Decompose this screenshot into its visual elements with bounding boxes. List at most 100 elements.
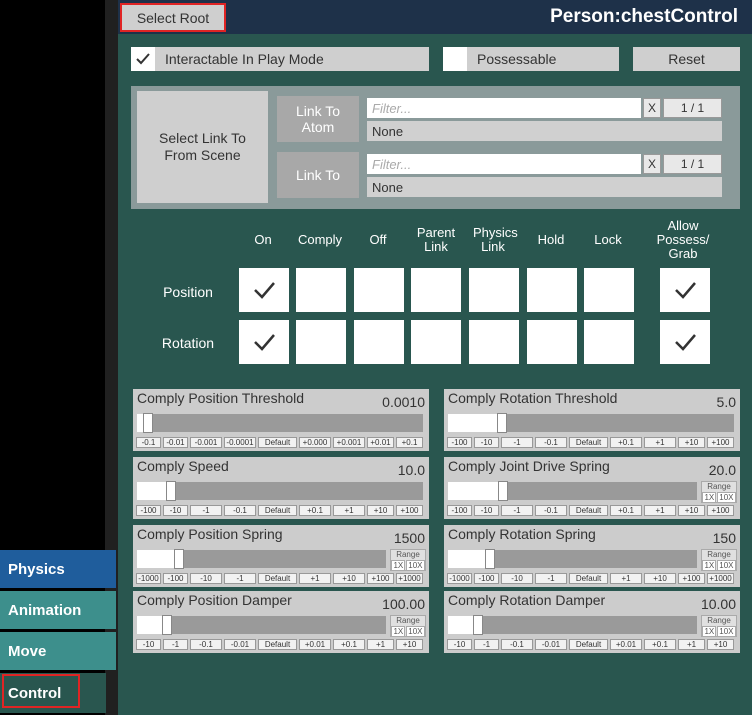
slider-handle[interactable] [498, 481, 508, 501]
increment-button[interactable]: +1 [678, 639, 705, 650]
increment-button[interactable]: -1000 [136, 573, 161, 584]
increment-button[interactable]: -1 [190, 505, 222, 516]
range-1x-button[interactable]: 1X [391, 560, 406, 571]
increment-button[interactable]: -10 [190, 573, 222, 584]
slider-handle[interactable] [166, 481, 176, 501]
increment-button[interactable]: +10 [707, 639, 734, 650]
increment-button[interactable]: +0.01 [299, 639, 331, 650]
increment-button[interactable]: +10 [333, 573, 365, 584]
range-10x-button[interactable]: 10X [717, 626, 736, 637]
state-toggle-position-6[interactable] [584, 268, 634, 312]
state-toggle-rotation-5[interactable] [527, 320, 577, 364]
increment-button[interactable]: +1 [644, 437, 676, 448]
select-link-from-scene-button[interactable]: Select Link To From Scene [137, 91, 268, 203]
state-toggle-rotation-4[interactable] [469, 320, 519, 364]
tab-animation[interactable]: Animation [0, 591, 116, 629]
increment-button[interactable]: -1 [535, 573, 567, 584]
increment-button[interactable]: -10 [136, 639, 161, 650]
increment-button[interactable]: -1 [224, 573, 256, 584]
increment-button[interactable]: -100 [163, 573, 188, 584]
increment-button[interactable]: -100 [447, 437, 472, 448]
increment-button[interactable]: -0.1 [190, 639, 222, 650]
interactable-toggle[interactable]: Interactable In Play Mode [131, 47, 429, 71]
increment-button[interactable]: +100 [678, 573, 705, 584]
increment-button[interactable]: +100 [367, 573, 394, 584]
slider-handle[interactable] [497, 413, 507, 433]
increment-button[interactable]: -1 [501, 505, 533, 516]
increment-button[interactable]: -10 [447, 639, 472, 650]
increment-button[interactable]: -0.1 [535, 437, 567, 448]
range-1x-button[interactable]: 1X [702, 492, 717, 503]
increment-button[interactable]: -100 [136, 505, 161, 516]
slider-track[interactable] [448, 615, 697, 635]
link-dropdown[interactable]: None [367, 177, 722, 197]
possessable-toggle[interactable]: Possessable [443, 47, 619, 71]
increment-button[interactable]: +0.1 [299, 505, 331, 516]
increment-button[interactable]: -0.01 [163, 437, 188, 448]
slider-track[interactable] [137, 481, 423, 501]
increment-button[interactable]: -0.001 [190, 437, 222, 448]
slider-track[interactable] [137, 413, 423, 433]
increment-button[interactable]: +0.1 [610, 437, 642, 448]
link-clear-button[interactable]: X [643, 154, 661, 174]
slider-track[interactable] [137, 615, 386, 635]
slider-track[interactable] [448, 549, 697, 569]
increment-button[interactable]: Default [569, 639, 608, 650]
range-10x-button[interactable]: 10X [717, 560, 736, 571]
increment-button[interactable]: +10 [644, 573, 676, 584]
increment-button[interactable]: +0.01 [610, 639, 642, 650]
increment-button[interactable]: +1 [644, 505, 676, 516]
slider-handle[interactable] [485, 549, 495, 569]
increment-button[interactable]: +10 [367, 505, 394, 516]
atom-clear-button[interactable]: X [643, 98, 661, 118]
increment-button[interactable]: +100 [396, 505, 423, 516]
slider-track[interactable] [448, 481, 697, 501]
tab-physics[interactable]: Physics [0, 550, 116, 588]
state-toggle-rotation-6[interactable] [584, 320, 634, 364]
range-10x-button[interactable]: 10X [717, 492, 736, 503]
increment-button[interactable]: +10 [678, 437, 705, 448]
slider-handle[interactable] [162, 615, 172, 635]
increment-button[interactable]: +0.000 [299, 437, 331, 448]
slider-track[interactable] [137, 549, 386, 569]
increment-button[interactable]: +0.001 [333, 437, 365, 448]
increment-button[interactable]: -0.0001 [224, 437, 256, 448]
select-root-button[interactable]: Select Root [120, 3, 226, 32]
increment-button[interactable]: -10 [474, 437, 499, 448]
increment-button[interactable]: -1 [474, 639, 499, 650]
range-1x-button[interactable]: 1X [702, 626, 717, 637]
increment-button[interactable]: -1 [163, 639, 188, 650]
range-10x-button[interactable]: 10X [406, 560, 425, 571]
slider-handle[interactable] [473, 615, 483, 635]
reset-button[interactable]: Reset [633, 47, 740, 71]
increment-button[interactable]: +10 [396, 639, 423, 650]
increment-button[interactable]: -0.1 [136, 437, 161, 448]
increment-button[interactable]: +10 [678, 505, 705, 516]
increment-button[interactable]: +1 [610, 573, 642, 584]
increment-button[interactable]: Default [258, 573, 297, 584]
range-10x-button[interactable]: 10X [406, 626, 425, 637]
increment-button[interactable]: +0.1 [396, 437, 423, 448]
increment-button[interactable]: +1000 [707, 573, 734, 584]
increment-button[interactable]: +1 [333, 505, 365, 516]
increment-button[interactable]: -100 [474, 573, 499, 584]
increment-button[interactable]: -100 [447, 505, 472, 516]
increment-button[interactable]: -10 [163, 505, 188, 516]
increment-button[interactable]: +0.1 [644, 639, 676, 650]
state-toggle-position-4[interactable] [469, 268, 519, 312]
tab-control[interactable]: Control [0, 673, 106, 713]
increment-button[interactable]: +0.01 [367, 437, 394, 448]
increment-button[interactable]: +0.1 [610, 505, 642, 516]
increment-button[interactable]: -10 [501, 573, 533, 584]
possessable-checkbox[interactable] [443, 47, 467, 71]
increment-button[interactable]: +1 [367, 639, 394, 650]
slider-track[interactable] [448, 413, 734, 433]
increment-button[interactable]: Default [569, 505, 608, 516]
increment-button[interactable]: +0.1 [333, 639, 365, 650]
increment-button[interactable]: +1 [299, 573, 331, 584]
atom-filter-input[interactable]: Filter... [367, 98, 641, 118]
increment-button[interactable]: -10 [474, 505, 499, 516]
link-filter-input[interactable]: Filter... [367, 154, 641, 174]
state-toggle-position-3[interactable] [411, 268, 461, 312]
state-toggle-rotation-2[interactable] [354, 320, 404, 364]
